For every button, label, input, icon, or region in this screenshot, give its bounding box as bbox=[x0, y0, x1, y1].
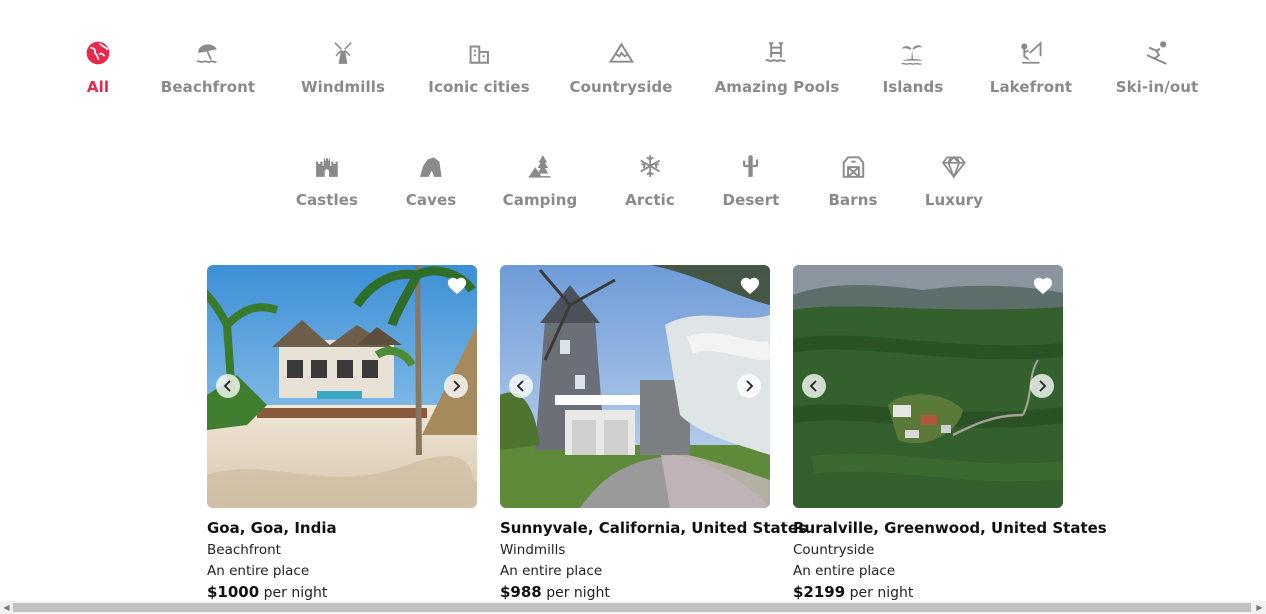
category-label: Desert bbox=[722, 191, 780, 209]
category-label: Luxury bbox=[924, 191, 984, 209]
listing-type: An entire place bbox=[207, 563, 310, 579]
listing-price-row: $2199 per night bbox=[793, 583, 1063, 601]
category-label: Amazing Pools bbox=[714, 78, 840, 96]
category-label: Iconic cities bbox=[428, 78, 530, 96]
next-photo-button[interactable] bbox=[444, 374, 468, 398]
previous-photo-button[interactable] bbox=[802, 374, 826, 398]
listing-category: Windmills bbox=[500, 542, 566, 558]
category-label: Barns bbox=[828, 191, 878, 209]
category-ski-in-out[interactable]: Ski-in/out bbox=[1116, 38, 1199, 96]
tent-tree-icon bbox=[525, 151, 555, 181]
category-castles[interactable]: Castles bbox=[296, 151, 358, 209]
category-amazing-pools[interactable]: Amazing Pools bbox=[715, 38, 840, 96]
fishing-icon bbox=[1016, 38, 1046, 68]
castle-icon bbox=[312, 151, 342, 181]
listing-category: Beachfront bbox=[207, 542, 281, 558]
mountain-icon bbox=[606, 38, 636, 68]
next-photo-button[interactable] bbox=[1030, 374, 1054, 398]
chevron-left-icon bbox=[223, 380, 231, 392]
category-barns[interactable]: Barns bbox=[828, 151, 877, 209]
category-luxury[interactable]: Luxury bbox=[925, 151, 983, 209]
barn-icon bbox=[838, 151, 868, 181]
listing-card[interactable]: Ruralville, Greenwood, United States Cou… bbox=[793, 265, 1107, 601]
chevron-right-icon bbox=[1039, 380, 1047, 392]
previous-photo-button[interactable] bbox=[509, 374, 533, 398]
category-label: Ski-in/out bbox=[1115, 78, 1199, 96]
cactus-icon bbox=[736, 151, 766, 181]
chevron-left-icon bbox=[516, 380, 524, 392]
listing-type: An entire place bbox=[793, 563, 896, 579]
windmill-house-photo bbox=[500, 265, 770, 508]
category-label: All bbox=[86, 78, 110, 96]
chevron-right-icon bbox=[453, 380, 461, 392]
chevron-right-icon bbox=[746, 380, 754, 392]
listing-price: $2199 bbox=[793, 583, 846, 601]
category-lakefront[interactable]: Lakefront bbox=[990, 38, 1072, 96]
category-beachfront[interactable]: Beachfront bbox=[161, 38, 255, 96]
listing-price-row: $988 per night bbox=[500, 583, 770, 601]
price-unit: per night bbox=[849, 585, 914, 601]
category-label: Windmills bbox=[301, 78, 385, 96]
chevron-left-icon bbox=[809, 380, 817, 392]
category-label: Camping bbox=[502, 191, 578, 209]
listing-photo[interactable] bbox=[793, 265, 1063, 508]
listing-location[interactable]: Sunnyvale, California, United States bbox=[500, 519, 807, 537]
listing-photo[interactable] bbox=[207, 265, 477, 508]
price-unit: per night bbox=[263, 585, 328, 601]
horizontal-scrollbar[interactable]: ◀ ▶ bbox=[0, 601, 1266, 614]
category-label: Countryside bbox=[569, 78, 673, 96]
favorite-heart-icon[interactable] bbox=[739, 275, 761, 295]
listing-location[interactable]: Goa, Goa, India bbox=[207, 519, 477, 537]
snowflake-icon bbox=[635, 151, 665, 181]
category-all[interactable]: All bbox=[83, 38, 113, 96]
category-desert[interactable]: Desert bbox=[723, 151, 780, 209]
category-countryside[interactable]: Countryside bbox=[569, 38, 672, 96]
category-label: Islands bbox=[882, 78, 944, 96]
listing-location[interactable]: Ruralville, Greenwood, United States bbox=[793, 519, 1107, 537]
category-label: Beachfront bbox=[160, 78, 256, 96]
cave-icon bbox=[416, 151, 446, 181]
forest-aerial-photo bbox=[793, 265, 1063, 508]
category-iconic-cities[interactable]: Iconic cities bbox=[428, 38, 530, 96]
pool-ladder-icon bbox=[762, 38, 792, 68]
listing-card[interactable]: Goa, Goa, India Beachfront An entire pla… bbox=[207, 265, 477, 601]
category-arctic[interactable]: Arctic bbox=[625, 151, 675, 209]
globe-icon bbox=[83, 38, 113, 68]
listing-type: An entire place bbox=[500, 563, 603, 579]
favorite-heart-icon[interactable] bbox=[1032, 275, 1054, 295]
category-camping[interactable]: Camping bbox=[503, 151, 578, 209]
category-label: Castles bbox=[295, 191, 359, 209]
favorite-heart-icon[interactable] bbox=[446, 275, 468, 295]
listing-photo[interactable] bbox=[500, 265, 770, 508]
category-label: Arctic bbox=[625, 191, 675, 209]
palm-island-icon bbox=[898, 38, 928, 68]
listing-price-row: $1000 per night bbox=[207, 583, 477, 601]
price-unit: per night bbox=[546, 585, 610, 601]
next-photo-button[interactable] bbox=[737, 374, 761, 398]
skier-icon bbox=[1142, 38, 1172, 68]
beach-umbrella-icon bbox=[193, 38, 223, 68]
category-label: Caves bbox=[405, 191, 457, 209]
category-caves[interactable]: Caves bbox=[406, 151, 457, 209]
listing-card[interactable]: Sunnyvale, California, United States Win… bbox=[500, 265, 807, 601]
previous-photo-button[interactable] bbox=[216, 374, 240, 398]
listing-price: $1000 bbox=[207, 583, 260, 601]
category-islands[interactable]: Islands bbox=[883, 38, 944, 96]
scrollbar-thumb[interactable] bbox=[13, 603, 1251, 612]
city-building-icon bbox=[464, 38, 494, 68]
windmill-icon bbox=[328, 38, 358, 68]
listing-category: Countryside bbox=[793, 542, 875, 558]
category-windmills[interactable]: Windmills bbox=[301, 38, 385, 96]
category-label: Lakefront bbox=[989, 78, 1073, 96]
beach-villa-photo bbox=[207, 265, 477, 508]
scroll-left-arrow-icon[interactable]: ◀ bbox=[0, 601, 13, 614]
scroll-right-arrow-icon[interactable]: ▶ bbox=[1253, 601, 1266, 614]
listing-price: $988 bbox=[500, 583, 542, 601]
diamond-icon bbox=[939, 151, 969, 181]
